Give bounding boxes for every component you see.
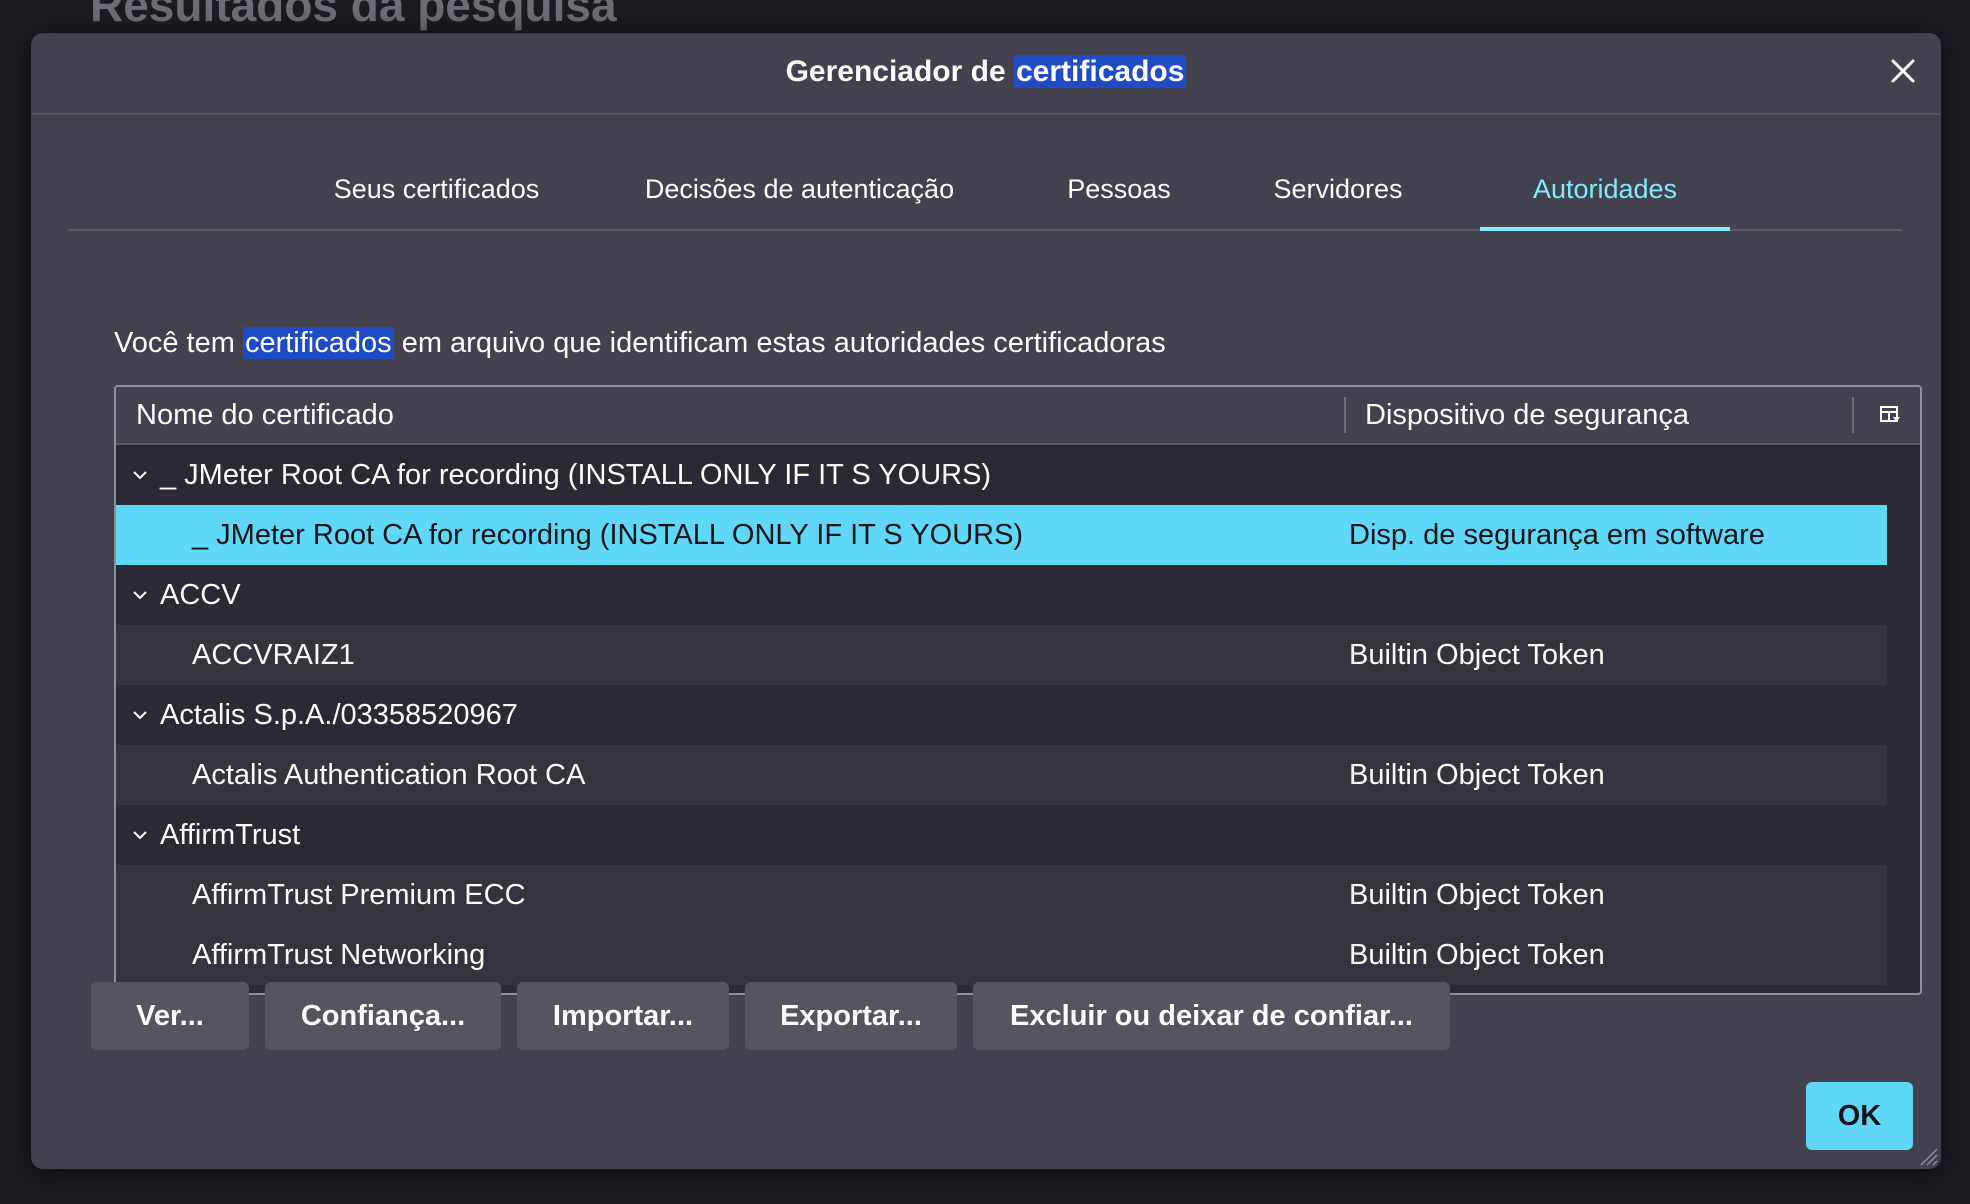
security-device: Builtin Object Token xyxy=(1349,759,1605,791)
export-button[interactable]: Exportar... xyxy=(745,982,957,1050)
tab-your-certificates[interactable]: Seus certificados xyxy=(327,169,546,229)
import-button[interactable]: Importar... xyxy=(517,982,729,1050)
column-header-security-device[interactable]: Dispositivo de segurança xyxy=(1365,387,1689,443)
tree-group-row[interactable]: _ JMeter Root CA for recording (INSTALL … xyxy=(116,445,1887,505)
dialog-title-prefix: Gerenciador de xyxy=(785,55,1014,88)
certificate-name: AffirmTrust Networking xyxy=(192,939,486,971)
chevron-down-icon[interactable] xyxy=(130,465,150,485)
column-picker-icon xyxy=(1880,406,1900,422)
tab-bar: Seus certificados Decisões de autenticaç… xyxy=(68,169,1902,231)
security-device: Builtin Object Token xyxy=(1349,939,1605,971)
background-page-heading: Resultados da pesquisa xyxy=(90,0,617,31)
certificate-tree[interactable]: Nome do certificado Dispositivo de segur… xyxy=(114,385,1922,995)
delete-or-distrust-button[interactable]: Excluir ou deixar de confiar... xyxy=(973,982,1450,1050)
description-suffix: em arquivo que identificam estas autorid… xyxy=(393,327,1166,359)
chevron-down-icon[interactable] xyxy=(130,705,150,725)
tree-rows: _ JMeter Root CA for recording (INSTALL … xyxy=(116,445,1887,985)
close-button[interactable] xyxy=(1883,51,1923,91)
certificate-group-name: ACCV xyxy=(160,579,241,611)
tree-group-row[interactable]: Actalis S.p.A./03358520967 xyxy=(116,685,1887,745)
certificate-name: ACCVRAIZ1 xyxy=(192,639,355,671)
close-icon xyxy=(1891,59,1915,83)
security-device: Builtin Object Token xyxy=(1349,639,1605,671)
certificate-manager-dialog: Gerenciador de certificados Seus certifi… xyxy=(31,33,1941,1169)
tree-row[interactable]: Actalis Authentication Root CA Builtin O… xyxy=(116,745,1887,805)
tree-group-row[interactable]: AffirmTrust xyxy=(116,805,1887,865)
description-find-highlight: certificados xyxy=(242,327,394,359)
security-device: Disp. de segurança em software xyxy=(1349,519,1765,551)
tree-header: Nome do certificado Dispositivo de segur… xyxy=(116,387,1920,445)
chevron-down-icon[interactable] xyxy=(130,825,150,845)
certificate-name: AffirmTrust Premium ECC xyxy=(192,879,526,911)
tree-group-row[interactable]: ACCV xyxy=(116,565,1887,625)
column-header-certificate-name[interactable]: Nome do certificado xyxy=(136,387,394,443)
tab-authentication-decisions[interactable]: Decisões de autenticação xyxy=(642,169,957,229)
dialog-title: Gerenciador de certificados xyxy=(31,55,1941,89)
view-button[interactable]: Ver... xyxy=(91,982,249,1050)
column-separator[interactable] xyxy=(1344,397,1346,433)
certificate-group-name: AffirmTrust xyxy=(160,819,301,851)
column-picker-button[interactable] xyxy=(1878,403,1902,427)
tree-row[interactable]: AffirmTrust Networking Builtin Object To… xyxy=(116,925,1887,985)
tab-servers[interactable]: Servidores xyxy=(1257,169,1419,229)
column-separator[interactable] xyxy=(1852,397,1854,433)
tree-row[interactable]: ACCVRAIZ1 Builtin Object Token xyxy=(116,625,1887,685)
certificate-group-name: _ JMeter Root CA for recording (INSTALL … xyxy=(160,459,992,491)
dialog-title-find-highlight: certificados xyxy=(1014,55,1187,88)
certificate-name: _ JMeter Root CA for recording (INSTALL … xyxy=(192,519,1024,551)
tree-row[interactable]: AffirmTrust Premium ECC Builtin Object T… xyxy=(116,865,1887,925)
resize-grip-icon[interactable] xyxy=(1915,1143,1939,1167)
tree-row-selected[interactable]: _ JMeter Root CA for recording (INSTALL … xyxy=(116,505,1887,565)
chevron-down-icon[interactable] xyxy=(130,585,150,605)
tab-authorities[interactable]: Autoridades xyxy=(1480,169,1730,231)
description-prefix: Você tem xyxy=(114,327,243,359)
tab-people[interactable]: Pessoas xyxy=(1044,169,1194,229)
security-device: Builtin Object Token xyxy=(1349,879,1605,911)
trust-button[interactable]: Confiança... xyxy=(265,982,501,1050)
dialog-titlebar: Gerenciador de certificados xyxy=(31,33,1941,115)
authorities-description: Você tem certificados em arquivo que ide… xyxy=(114,327,1166,360)
ok-button[interactable]: OK xyxy=(1806,1082,1913,1150)
certificate-name: Actalis Authentication Root CA xyxy=(192,759,586,791)
certificate-group-name: Actalis S.p.A./03358520967 xyxy=(160,699,518,731)
